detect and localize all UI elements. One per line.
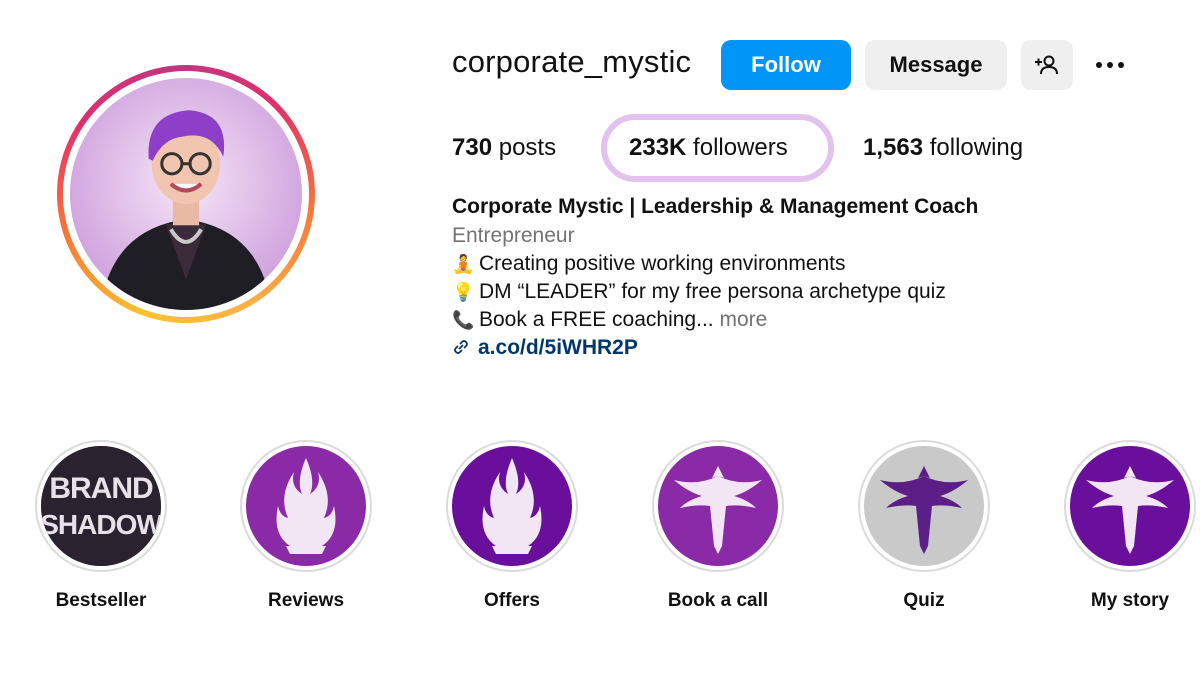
- phoenix-icon: [658, 446, 778, 566]
- highlight-label: Book a call: [667, 590, 769, 611]
- highlight-cover: [864, 446, 984, 566]
- add-user-button[interactable]: [1021, 40, 1073, 90]
- profile-avatar-ring[interactable]: [57, 65, 315, 323]
- highlight-cover: [658, 446, 778, 566]
- bio-line-2: 💡 DM “LEADER” for my free persona archety…: [452, 280, 946, 304]
- highlight-ring: [652, 440, 784, 572]
- lightbulb-emoji-icon: 💡: [452, 282, 475, 303]
- bio-line-3: 📞 Book a FREE coaching... more: [452, 308, 767, 332]
- svg-text:BRAND: BRAND: [49, 472, 153, 505]
- highlight-label: Offers: [484, 590, 540, 611]
- highlight-my-story[interactable]: My story: [1064, 440, 1196, 611]
- more-options-icon[interactable]: [1090, 50, 1130, 80]
- highlight-reviews[interactable]: Reviews: [240, 440, 372, 611]
- highlight-label: Quiz: [903, 590, 945, 611]
- highlight-ring: BRAND SHADOW: [35, 440, 167, 572]
- following-stat[interactable]: 1,563 following: [863, 134, 1023, 162]
- meditation-emoji-icon: 🧘: [452, 254, 475, 275]
- highlight-cover: [246, 446, 366, 566]
- person-add-icon: [1035, 55, 1058, 75]
- svg-text:SHADOW: SHADOW: [41, 509, 161, 540]
- highlight-label: Bestseller: [55, 590, 147, 611]
- phoenix-icon: [864, 446, 984, 566]
- highlight-ring: [446, 440, 578, 572]
- phoenix-icon: [1070, 446, 1190, 566]
- highlight-cover: BRAND SHADOW: [41, 446, 161, 566]
- bio-line-3-text: Book a FREE coaching...: [479, 308, 714, 331]
- bio-external-link[interactable]: a.co/d/5iWHR2P: [452, 336, 638, 360]
- more-dot: [1096, 62, 1102, 68]
- bio-link-text: a.co/d/5iWHR2P: [478, 336, 638, 359]
- followers-stat[interactable]: 233K followers: [629, 134, 788, 162]
- highlight-offers[interactable]: Offers: [446, 440, 578, 611]
- followers-label: followers: [693, 134, 788, 161]
- book-cover-image: BRAND SHADOW: [41, 446, 161, 566]
- bio-line-2-text: DM “LEADER” for my free persona archetyp…: [479, 280, 946, 303]
- highlight-label: My story: [1090, 590, 1170, 611]
- highlight-cover: [1070, 446, 1190, 566]
- highlight-quiz[interactable]: Quiz: [858, 440, 990, 611]
- posts-count: 730: [452, 134, 493, 161]
- bio-line-1-text: Creating positive working environments: [479, 252, 846, 275]
- highlight-label: Reviews: [267, 590, 345, 611]
- flame-icon: [452, 446, 572, 566]
- flame-icon: [246, 446, 366, 566]
- followers-count: 233K: [629, 134, 687, 161]
- highlight-ring: [1064, 440, 1196, 572]
- bio-line-1: 🧘 Creating positive working environments: [452, 252, 846, 276]
- avatar-photo: [70, 78, 302, 310]
- phone-emoji-icon: 📞: [452, 310, 475, 331]
- highlight-book-a-call[interactable]: Book a call: [652, 440, 784, 611]
- follow-button[interactable]: Follow: [721, 40, 851, 90]
- more-dot: [1107, 62, 1113, 68]
- message-button[interactable]: Message: [865, 40, 1007, 90]
- bio-category: Entrepreneur: [452, 224, 575, 247]
- following-label: following: [929, 134, 1024, 161]
- posts-label: posts: [498, 134, 557, 161]
- avatar: [70, 78, 302, 310]
- highlight-ring: [240, 440, 372, 572]
- highlight-cover: [452, 446, 572, 566]
- avatar-frame: [63, 71, 309, 317]
- link-icon: [454, 340, 468, 354]
- profile-username: corporate_mystic: [452, 44, 692, 79]
- bio-display-name: Corporate Mystic | Leadership & Manageme…: [452, 195, 979, 218]
- bio-more-link[interactable]: more: [719, 308, 767, 331]
- posts-stat: 730 posts: [452, 134, 556, 162]
- following-count: 1,563: [863, 134, 924, 161]
- more-dot: [1118, 62, 1124, 68]
- highlight-ring: [858, 440, 990, 572]
- highlight-bestseller[interactable]: BRAND SHADOW Bestseller: [35, 440, 167, 611]
